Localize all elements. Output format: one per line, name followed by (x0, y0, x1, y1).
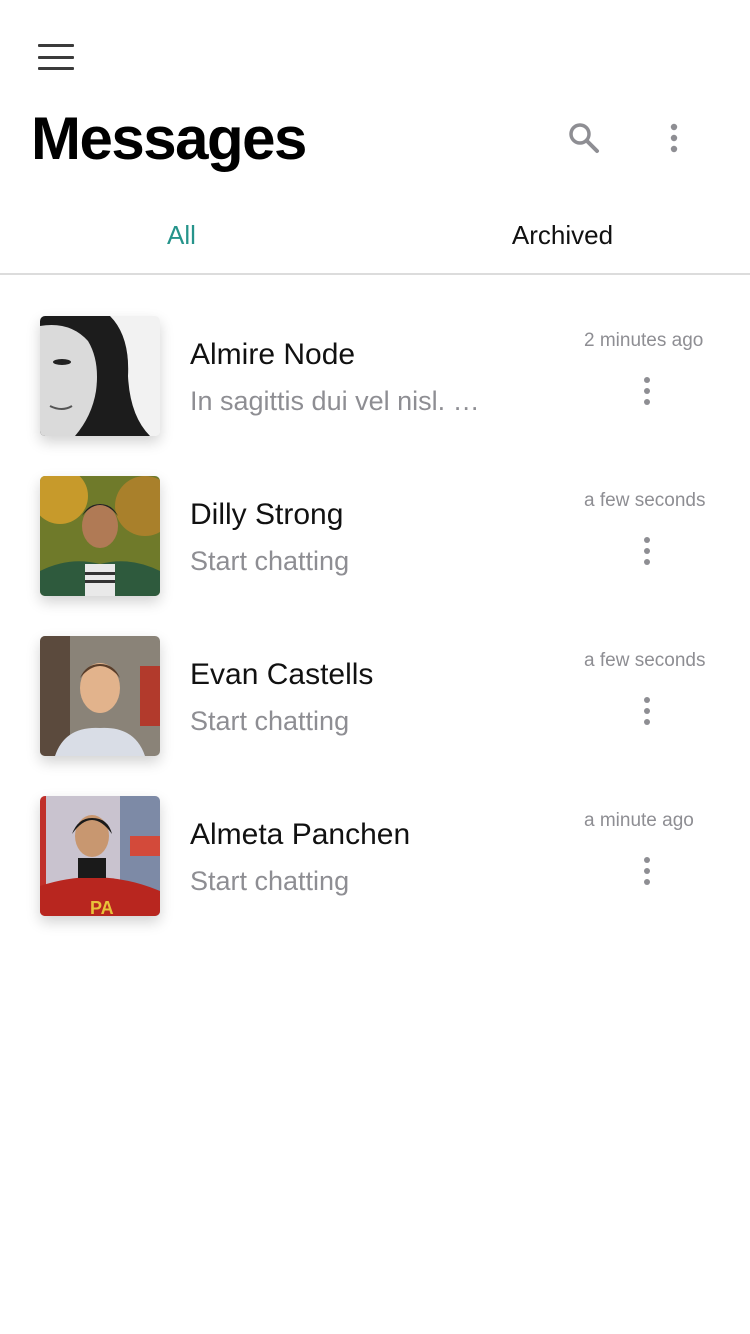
timestamp: a minute ago (584, 810, 694, 831)
row-more-vertical-icon[interactable] (636, 376, 658, 406)
svg-text:PA: PA (90, 898, 114, 916)
tab-archived[interactable]: Archived (375, 208, 750, 273)
more-vertical-icon[interactable] (662, 122, 686, 156)
message-preview: Start chatting (190, 706, 350, 736)
message-preview: Start chatting (190, 866, 350, 896)
tab-all[interactable]: All (0, 208, 375, 273)
timestamp: a few seconds ago (584, 650, 710, 671)
contact-name: Evan Castells (190, 658, 374, 691)
row-more-vertical-icon[interactable] (636, 536, 658, 566)
contact-name: Almire Node (190, 338, 356, 371)
message-preview: In sagittis dui vel nisl. D... (190, 386, 490, 416)
tab-all-label: All (167, 220, 196, 250)
messages-screen: Messages All Archived Almire Node In sag… (0, 0, 750, 1334)
avatar (40, 636, 160, 756)
conversation-row[interactable]: Evan Castells Start chatting a few secon… (0, 636, 750, 796)
timestamp: 2 minutes ago (584, 330, 704, 351)
row-more-vertical-icon[interactable] (636, 856, 658, 886)
page-title: Messages (31, 105, 307, 172)
contact-name: Dilly Strong (190, 498, 344, 531)
avatar (40, 476, 160, 596)
contact-name: Almeta Panchen (190, 818, 411, 851)
hamburger-menu-icon[interactable] (38, 44, 74, 70)
message-preview: Start chatting (190, 546, 350, 576)
avatar (40, 316, 160, 436)
timestamp: a few seconds ago (584, 490, 710, 511)
tab-archived-label: Archived (511, 220, 614, 250)
avatar: PA (40, 796, 160, 916)
conversation-list: Almire Node In sagittis dui vel nisl. D.… (0, 316, 750, 956)
conversation-row[interactable]: PA Almeta Panchen Start chatting a minut… (0, 796, 750, 956)
search-icon[interactable] (566, 120, 602, 156)
tab-bar: All Archived (0, 208, 750, 275)
conversation-row[interactable]: Almire Node In sagittis dui vel nisl. D.… (0, 316, 750, 476)
conversation-row[interactable]: Dilly Strong Start chatting a few second… (0, 476, 750, 636)
row-more-vertical-icon[interactable] (636, 696, 658, 726)
